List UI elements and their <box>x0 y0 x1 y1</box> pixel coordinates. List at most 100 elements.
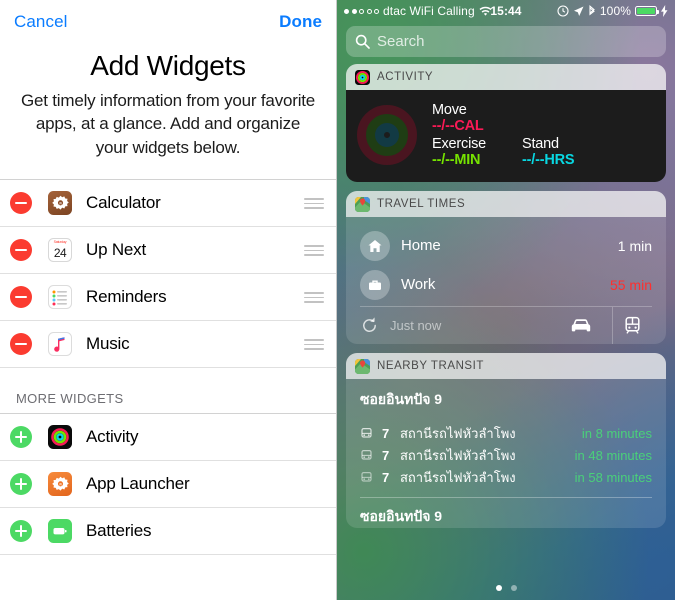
remove-icon[interactable] <box>10 333 32 356</box>
stand-label: Stand <box>522 136 559 152</box>
widget-body: ซอยอินทปัจ 9 7 สถานีรถไฟหัวลำโพง in 8 mi… <box>346 379 666 528</box>
list-item[interactable]: Activity <box>0 414 336 462</box>
add-icon[interactable] <box>10 426 32 449</box>
travel-footer: Just now <box>360 306 652 344</box>
battery-percent-label: 100% <box>599 4 631 18</box>
search-input[interactable]: Search <box>346 26 666 57</box>
transit-departure-row[interactable]: 7 สถานีรถไฟหัวลำโพง in 48 minutes <box>360 444 652 466</box>
last-updated-label: Just now <box>390 318 442 333</box>
exercise-stat: Exercise --/--MIN <box>432 136 486 168</box>
transit-next-station-label: ซอยอินทปัจ 9 <box>360 508 443 524</box>
list-item-label: Activity <box>86 427 139 447</box>
google-maps-icon <box>355 358 370 374</box>
status-bar-left: dtac WiFi Calling <box>344 4 492 18</box>
transit-eta-label: in 48 minutes <box>574 447 652 463</box>
add-icon[interactable] <box>10 520 32 543</box>
page-dot-active[interactable] <box>495 585 502 591</box>
transit-line-label: 7 <box>382 447 390 463</box>
page-dot[interactable] <box>510 585 517 591</box>
stand-stat: Stand --/--HRS <box>522 136 575 168</box>
remove-icon[interactable] <box>10 192 32 215</box>
bus-icon <box>361 427 372 438</box>
widget-travel-times[interactable]: TRAVEL TIMES Home 1 min Work 55 min Just… <box>346 191 666 344</box>
remove-icon[interactable] <box>10 286 32 309</box>
widget-title: TRAVEL TIMES <box>377 198 466 210</box>
batteries-icon <box>48 519 72 544</box>
widget-nearby-transit[interactable]: NEARBY TRANSIT ซอยอินทปัจ 9 7 สถานีรถไฟห… <box>346 353 666 528</box>
app-launcher-icon: W <box>48 472 72 497</box>
widget-title: ACTIVITY <box>377 71 434 83</box>
travel-row-work[interactable]: Work 55 min <box>360 265 652 304</box>
list-item-label: Music <box>86 334 130 354</box>
signal-strength-icon <box>344 8 379 14</box>
calculator-icon: W <box>48 191 72 216</box>
exercise-value: --/--MIN <box>432 152 481 168</box>
transit-stop-label: สถานีรถไฟหัวลำโพง <box>400 447 516 463</box>
briefcase-icon <box>360 269 390 300</box>
add-icon[interactable] <box>10 473 32 496</box>
calendar-day: 24 <box>53 246 67 261</box>
page-dots[interactable] <box>337 585 675 591</box>
search-placeholder: Search <box>377 33 425 50</box>
search-icon <box>355 34 370 49</box>
travel-destination-label: Home <box>401 237 441 254</box>
reminders-icon <box>48 285 72 310</box>
transit-station-label: ซอยอินทปัจ 9 <box>360 391 443 407</box>
google-maps-icon <box>355 196 370 212</box>
list-item[interactable]: W Calculator <box>0 180 336 228</box>
widget-title: NEARBY TRANSIT <box>377 360 484 372</box>
cancel-button[interactable]: Cancel <box>14 12 68 32</box>
page-title: Add Widgets <box>90 50 246 81</box>
activity-rings-icon <box>357 105 417 165</box>
alarm-icon <box>557 5 569 17</box>
drag-handle-icon[interactable] <box>304 197 324 209</box>
activity-icon <box>355 69 370 85</box>
calendar-icon: Saturday 24 <box>48 238 72 263</box>
bus-icon <box>361 471 372 482</box>
move-value: --/--CAL <box>432 118 484 134</box>
transit-stop-label: สถานีรถไฟหัวลำโพง <box>400 469 516 485</box>
transit-departure-row[interactable]: 7 สถานีรถไฟหัวลำโพง in 58 minutes <box>360 466 652 488</box>
widget-body: Home 1 min Work 55 min Just now <box>346 217 666 344</box>
list-item-label: Up Next <box>86 240 147 260</box>
carrier-label: dtac WiFi Calling <box>383 4 475 18</box>
move-label: Move <box>432 102 467 118</box>
list-item[interactable]: W App Launcher <box>0 461 336 509</box>
travel-duration-label: 55 min <box>609 276 652 293</box>
transit-eta-label: in 58 minutes <box>574 469 652 485</box>
activity-icon <box>48 425 72 450</box>
navigation-bar: Cancel Done <box>0 0 336 44</box>
list-item-label: Batteries <box>86 521 152 541</box>
refresh-icon[interactable] <box>360 316 379 335</box>
list-item[interactable]: Reminders <box>0 274 336 322</box>
travel-destination-label: Work <box>401 276 436 293</box>
activity-secondary-stats: Exercise --/--MIN Stand --/--HRS <box>432 136 575 168</box>
music-icon <box>48 332 72 357</box>
transit-divider <box>360 497 652 498</box>
drag-handle-icon[interactable] <box>304 291 324 303</box>
status-bar-right: 100% <box>557 4 668 18</box>
list-item-label: Calculator <box>86 193 161 213</box>
transit-departure-row[interactable]: 7 สถานีรถไฟหัวลำโพง in 8 minutes <box>360 422 652 444</box>
widget-header: TRAVEL TIMES <box>346 191 666 217</box>
wifi-icon <box>479 6 492 16</box>
list-item[interactable]: Saturday 24 Up Next <box>0 227 336 275</box>
widget-body: Move --/--CAL Exercise --/--MIN Stand --… <box>346 90 666 182</box>
list-item-label: Reminders <box>86 287 167 307</box>
list-item[interactable]: Music <box>0 321 336 369</box>
widget-activity[interactable]: ACTIVITY Move --/--CAL Exercise --/--MIN <box>346 64 666 182</box>
home-icon <box>360 230 390 261</box>
widget-header: NEARBY TRANSIT <box>346 353 666 379</box>
charging-bolt-icon <box>661 5 668 17</box>
train-icon[interactable] <box>612 306 652 344</box>
car-icon[interactable] <box>561 307 601 345</box>
remove-icon[interactable] <box>10 239 32 262</box>
list-item[interactable]: Batteries <box>0 508 336 556</box>
more-widgets-header: MORE WIDGETS <box>0 368 336 415</box>
travel-row-home[interactable]: Home 1 min <box>360 226 652 265</box>
bus-icon <box>361 449 372 460</box>
battery-icon <box>635 6 659 16</box>
drag-handle-icon[interactable] <box>304 244 324 256</box>
done-button[interactable]: Done <box>279 12 322 32</box>
drag-handle-icon[interactable] <box>304 338 324 350</box>
